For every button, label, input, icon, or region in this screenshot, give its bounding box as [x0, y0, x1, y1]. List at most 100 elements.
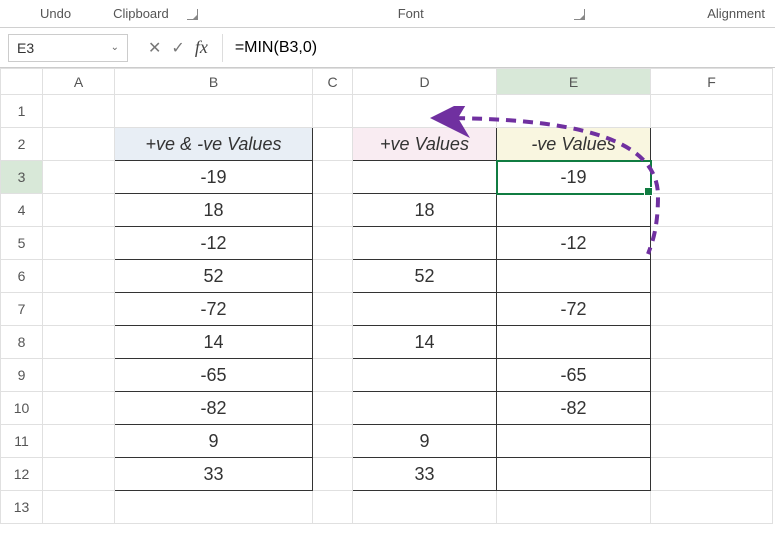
cell[interactable]: 52	[115, 260, 313, 293]
clipboard-launcher-icon[interactable]	[187, 9, 198, 20]
table-header-e[interactable]: -ve Values	[497, 128, 651, 161]
cell[interactable]	[651, 491, 773, 524]
cell[interactable]	[313, 95, 353, 128]
cell[interactable]	[497, 425, 651, 458]
row-header[interactable]: 9	[1, 359, 43, 392]
cell[interactable]	[43, 227, 115, 260]
cell[interactable]	[353, 491, 497, 524]
cell[interactable]: 14	[353, 326, 497, 359]
cell[interactable]	[651, 161, 773, 194]
col-header[interactable]: E	[497, 69, 651, 95]
cell[interactable]	[43, 392, 115, 425]
cancel-icon[interactable]: ✕	[148, 38, 161, 58]
cell[interactable]: -19	[115, 161, 313, 194]
cell[interactable]	[651, 128, 773, 161]
cell[interactable]	[43, 425, 115, 458]
cell[interactable]	[313, 326, 353, 359]
cell[interactable]	[651, 293, 773, 326]
cell[interactable]	[43, 458, 115, 491]
cell[interactable]	[313, 161, 353, 194]
cell[interactable]	[313, 128, 353, 161]
cell[interactable]	[313, 260, 353, 293]
cell[interactable]	[497, 95, 651, 128]
cell[interactable]	[313, 425, 353, 458]
table-header-d[interactable]: +ve Values	[353, 128, 497, 161]
cell[interactable]	[651, 260, 773, 293]
cell[interactable]	[115, 491, 313, 524]
row-header[interactable]: 2	[1, 128, 43, 161]
cell[interactable]	[313, 392, 353, 425]
cell[interactable]: 18	[115, 194, 313, 227]
row-header[interactable]: 10	[1, 392, 43, 425]
row-header[interactable]: 5	[1, 227, 43, 260]
cell[interactable]: -82	[497, 392, 651, 425]
cell[interactable]: -65	[115, 359, 313, 392]
cell[interactable]: 9	[353, 425, 497, 458]
selected-cell[interactable]: -19	[497, 161, 651, 194]
col-header[interactable]: F	[651, 69, 773, 95]
cell[interactable]	[43, 95, 115, 128]
cell[interactable]	[497, 260, 651, 293]
cell[interactable]	[651, 326, 773, 359]
cell[interactable]	[353, 227, 497, 260]
cell[interactable]: -65	[497, 359, 651, 392]
enter-icon[interactable]: ✓	[171, 38, 184, 58]
row-header[interactable]: 4	[1, 194, 43, 227]
cell[interactable]	[651, 194, 773, 227]
chevron-down-icon[interactable]: ⌄	[111, 42, 119, 53]
cell[interactable]	[313, 359, 353, 392]
row-header[interactable]: 12	[1, 458, 43, 491]
row-header[interactable]: 11	[1, 425, 43, 458]
cell[interactable]: 9	[115, 425, 313, 458]
cell[interactable]	[43, 260, 115, 293]
cell[interactable]	[313, 491, 353, 524]
cell[interactable]	[43, 326, 115, 359]
cell[interactable]	[651, 359, 773, 392]
cell[interactable]	[313, 458, 353, 491]
cell[interactable]	[651, 95, 773, 128]
font-launcher-icon[interactable]	[574, 9, 585, 20]
spreadsheet-grid[interactable]: A B C D E F 1 2 +ve & -ve Values +ve Val…	[0, 68, 775, 524]
cell[interactable]: -12	[115, 227, 313, 260]
table-header-b[interactable]: +ve & -ve Values	[115, 128, 313, 161]
col-header[interactable]: A	[43, 69, 115, 95]
row-header[interactable]: 3	[1, 161, 43, 194]
cell[interactable]	[651, 392, 773, 425]
row-header[interactable]: 8	[1, 326, 43, 359]
cell[interactable]: 52	[353, 260, 497, 293]
col-header[interactable]: B	[115, 69, 313, 95]
cell[interactable]	[313, 293, 353, 326]
select-all-corner[interactable]	[1, 69, 43, 95]
formula-input[interactable]	[222, 34, 775, 62]
row-header[interactable]: 13	[1, 491, 43, 524]
cell[interactable]	[497, 491, 651, 524]
row-header[interactable]: 1	[1, 95, 43, 128]
row-header[interactable]: 6	[1, 260, 43, 293]
cell[interactable]: -12	[497, 227, 651, 260]
cell[interactable]	[651, 425, 773, 458]
cell[interactable]	[353, 392, 497, 425]
cell[interactable]	[43, 194, 115, 227]
cell[interactable]: -72	[497, 293, 651, 326]
cell[interactable]	[651, 458, 773, 491]
cell[interactable]: 33	[353, 458, 497, 491]
cell[interactable]	[313, 227, 353, 260]
cell[interactable]	[313, 194, 353, 227]
cell[interactable]	[43, 491, 115, 524]
cell[interactable]: 33	[115, 458, 313, 491]
col-header[interactable]: C	[313, 69, 353, 95]
cell[interactable]	[497, 194, 651, 227]
cell[interactable]	[115, 95, 313, 128]
cell[interactable]	[353, 293, 497, 326]
cell[interactable]	[43, 128, 115, 161]
name-box[interactable]: E3 ⌄	[8, 34, 128, 62]
cell[interactable]: -82	[115, 392, 313, 425]
cell[interactable]	[353, 359, 497, 392]
cell[interactable]	[353, 95, 497, 128]
col-header[interactable]: D	[353, 69, 497, 95]
cell[interactable]: -72	[115, 293, 313, 326]
cell[interactable]	[497, 458, 651, 491]
cell[interactable]	[651, 227, 773, 260]
cell[interactable]	[43, 161, 115, 194]
cell[interactable]: 18	[353, 194, 497, 227]
